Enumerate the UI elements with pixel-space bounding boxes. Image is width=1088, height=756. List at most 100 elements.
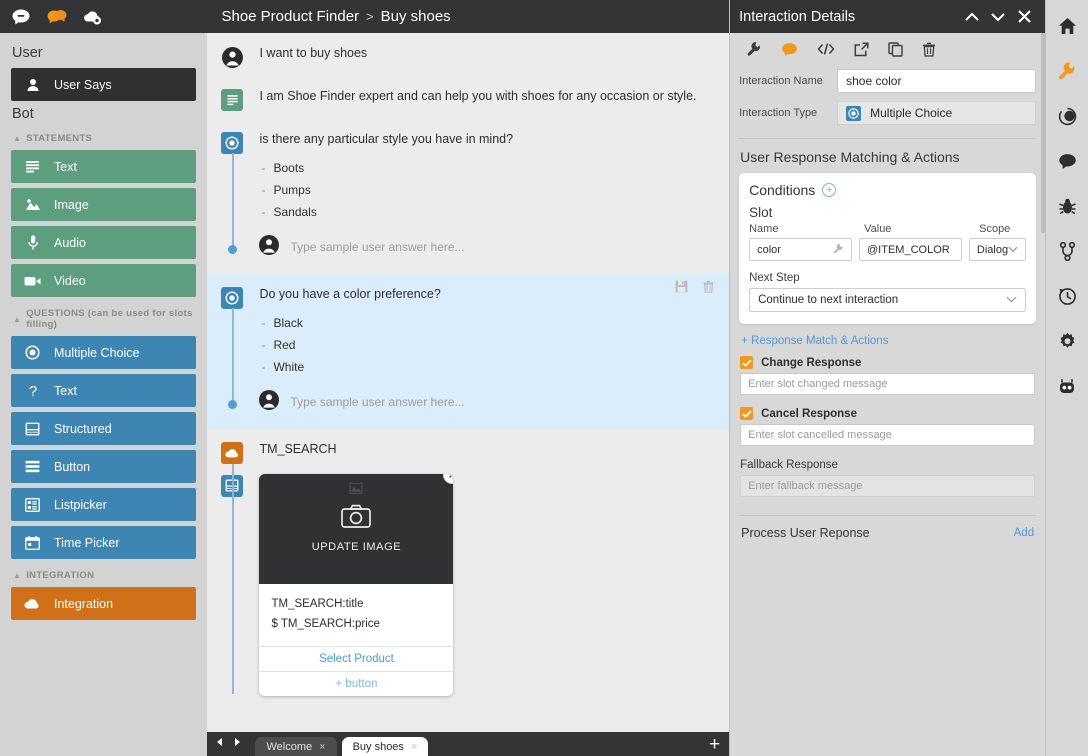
interaction-type-label: Interaction Type: [739, 107, 818, 119]
slot-name-value: color: [757, 243, 781, 256]
chevron-left-icon[interactable]: [215, 734, 225, 752]
interaction-name-input[interactable]: shoe color: [837, 69, 1037, 93]
right-icon-rail: [1046, 0, 1088, 756]
close-icon[interactable]: [1013, 9, 1035, 24]
flow-connector-line: [232, 463, 234, 694]
calendar-icon: [23, 535, 42, 550]
flow-node-integration[interactable]: TM_SEARCH: [207, 429, 729, 464]
cloud-settings-icon[interactable]: [82, 6, 104, 28]
conversations-icon[interactable]: [46, 6, 68, 28]
change-response-input[interactable]: Enter slot changed message: [740, 373, 1036, 395]
choice-item[interactable]: Red: [259, 334, 715, 356]
choice-item[interactable]: White: [259, 356, 715, 378]
radio-button-icon: [221, 131, 244, 154]
integration-section-header[interactable]: ▲ INTEGRATION: [13, 570, 196, 581]
update-image-label: UPDATE IMAGE: [311, 541, 402, 553]
external-link-icon[interactable]: [854, 41, 869, 57]
slot-value-input[interactable]: @ITEM_COLOR: [859, 238, 962, 261]
structured-card-node[interactable]: UPDATE IMAGE TM_SEARCH:title $ TM_SEARCH…: [207, 463, 729, 696]
palette-item-multiple-choice[interactable]: Multiple Choice: [11, 336, 197, 369]
sample-answer-row[interactable]: Type sample user answer here...: [259, 389, 715, 415]
choice-item[interactable]: Pumps: [259, 179, 715, 201]
breadcrumb-root[interactable]: Shoe Product Finder: [221, 8, 359, 25]
copy-icon[interactable]: [888, 41, 903, 57]
palette-item-button[interactable]: Button: [11, 450, 197, 483]
fallback-response-input[interactable]: Enter fallback message: [740, 475, 1036, 497]
questions-section-header[interactable]: ▲ QUESTIONS (can be used for slots filli…: [13, 308, 196, 330]
interaction-type-value[interactable]: Multiple Choice: [837, 101, 1037, 125]
chevron-up-icon[interactable]: [961, 11, 983, 23]
chat-bubble-icon[interactable]: [10, 6, 32, 28]
listpicker-icon: [23, 497, 42, 512]
chat-bubble-icon[interactable]: [1055, 149, 1079, 173]
palette-item-listpicker[interactable]: Listpicker: [11, 488, 197, 521]
save-icon[interactable]: [675, 280, 688, 298]
panel-header: Interaction Details: [730, 0, 1046, 33]
card-image-placeholder[interactable]: UPDATE IMAGE: [259, 473, 454, 584]
sample-answer-input[interactable]: Type sample user answer here...: [290, 240, 464, 254]
palette-item-label: User Says: [54, 77, 112, 92]
choice-item[interactable]: Boots: [259, 157, 715, 179]
dialog-flow-canvas: I want to buy shoes I am Shoe Finder exp…: [207, 33, 730, 732]
code-icon[interactable]: [817, 42, 835, 56]
chat-bubble-icon[interactable]: [781, 42, 798, 57]
tab-welcome[interactable]: Welcome ×: [255, 737, 337, 756]
product-card[interactable]: UPDATE IMAGE TM_SEARCH:title $ TM_SEARCH…: [259, 473, 454, 696]
add-tab-button[interactable]: +: [709, 735, 720, 754]
slot-name-input[interactable]: color: [749, 238, 853, 261]
cancel-response-input[interactable]: Enter slot cancelled message: [740, 424, 1036, 446]
bug-icon[interactable]: [1055, 194, 1079, 218]
palette-item-integration[interactable]: Integration: [11, 587, 197, 620]
flow-node-multiple-choice-color[interactable]: Do you have a color preference? Black Re…: [207, 273, 730, 429]
change-response-checkbox[interactable]: [740, 356, 754, 369]
palette-item-time-picker[interactable]: Time Picker: [11, 526, 197, 559]
palette-item-text-question[interactable]: ? Text: [11, 374, 197, 407]
panel-scrollbar[interactable]: [1041, 33, 1045, 503]
card-button-select-product[interactable]: Select Product: [259, 645, 454, 671]
trash-icon[interactable]: [922, 42, 936, 57]
palette-item-text[interactable]: Text: [11, 150, 197, 183]
tab-buy-shoes[interactable]: Buy shoes ×: [341, 737, 429, 756]
choice-list: Boots Pumps Sandals: [259, 157, 715, 223]
choice-item[interactable]: Sandals: [259, 201, 715, 223]
slot-scope-select[interactable]: Dialog: [968, 238, 1027, 261]
wrench-icon[interactable]: [746, 41, 762, 57]
palette-item-video[interactable]: Video: [11, 264, 197, 297]
chevron-right-icon[interactable]: [232, 734, 242, 752]
gear-icon[interactable]: [1055, 329, 1079, 353]
scrollbar-thumb[interactable]: [1041, 33, 1045, 233]
robot-icon[interactable]: [1055, 374, 1079, 398]
flow-node-user-says[interactable]: I want to buy shoes: [207, 33, 729, 76]
next-step-value: Continue to next interaction: [758, 294, 899, 306]
add-response-match-link[interactable]: + Response Match & Actions: [730, 324, 1045, 353]
palette-item-structured[interactable]: Structured: [11, 412, 197, 445]
palette-item-image[interactable]: Image: [11, 188, 197, 221]
history-clock-icon[interactable]: [1055, 284, 1079, 308]
process-user-response-add[interactable]: Add: [1014, 527, 1034, 539]
plus-circle-icon[interactable]: +: [822, 183, 837, 197]
close-icon[interactable]: ×: [411, 741, 417, 753]
cloud-icon: [221, 441, 244, 464]
branch-icon[interactable]: [1055, 239, 1079, 263]
questions-header-label: QUESTIONS (can be used for slots filling…: [26, 308, 193, 330]
trash-icon[interactable]: [702, 280, 715, 298]
palette-item-user-says[interactable]: User Says: [11, 68, 197, 101]
nlu-circle-icon[interactable]: [1055, 104, 1079, 128]
palette-item-label: Image: [54, 197, 89, 212]
palette-item-audio[interactable]: Audio: [11, 226, 197, 259]
card-button-add-button[interactable]: + button: [259, 670, 454, 696]
choice-item[interactable]: Black: [259, 312, 715, 334]
sample-answer-row[interactable]: Type sample user answer here...: [259, 234, 715, 260]
home-icon[interactable]: [1055, 14, 1079, 38]
cancel-response-checkbox[interactable]: [740, 407, 754, 420]
flow-node-multiple-choice-style[interactable]: is there any particular style you have i…: [207, 119, 729, 274]
sample-answer-input[interactable]: Type sample user answer here...: [290, 395, 464, 409]
chevron-down-icon[interactable]: [987, 11, 1009, 23]
next-step-select[interactable]: Continue to next interaction: [749, 288, 1027, 312]
flow-node-statement-text[interactable]: I am Shoe Finder expert and can help you…: [207, 76, 729, 119]
wrench-icon[interactable]: [833, 243, 844, 257]
close-icon[interactable]: ×: [319, 741, 325, 753]
statements-section-header[interactable]: ▲ STATEMENTS: [13, 133, 196, 144]
wrench-icon[interactable]: [1055, 59, 1079, 83]
palette-item-label: Button: [54, 459, 91, 474]
